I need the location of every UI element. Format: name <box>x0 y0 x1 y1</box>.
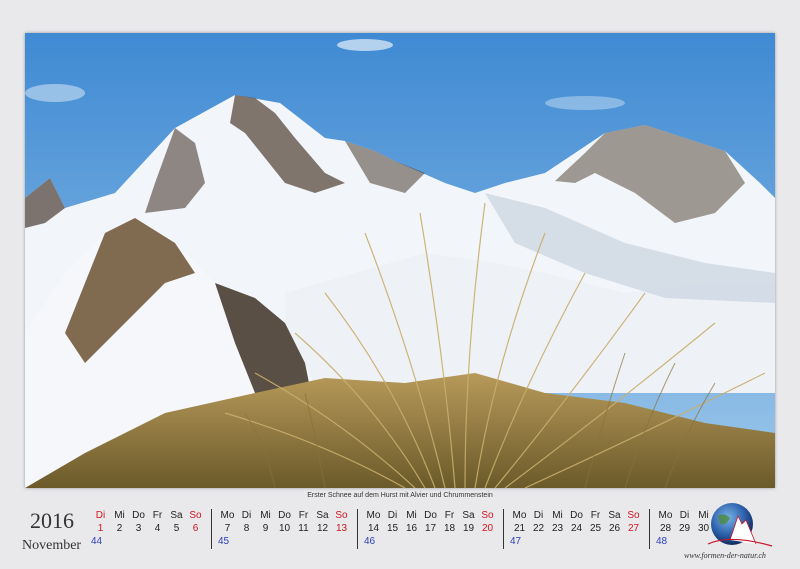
date-cell: 13 <box>335 523 348 534</box>
weekday-label: So <box>481 510 494 521</box>
weekday-label: Do <box>570 510 583 521</box>
week-number: 47 <box>510 536 522 547</box>
calendar-month: November <box>22 538 82 553</box>
date-row: 14 15 16 17 18 19 20 <box>364 522 497 535</box>
weekday-label: Fr <box>298 510 309 521</box>
mountain-landscape-image <box>25 33 775 488</box>
date-cell: 26 <box>608 523 621 534</box>
photo-caption: Erster Schnee auf dem Hurst mit Alvier u… <box>307 492 493 499</box>
weekday-label: Sa <box>608 510 621 521</box>
date-cell: 24 <box>570 523 583 534</box>
date-cell: 4 <box>154 523 161 534</box>
weekday-label: Fr <box>590 510 601 521</box>
date-cell: 14 <box>367 523 380 534</box>
website-url: www.formen-der-natur.ch <box>684 551 766 560</box>
weekday-label: Fr <box>152 510 163 521</box>
weekday-label: Fr <box>444 510 455 521</box>
date-row: 1 2 3 4 5 6 <box>91 522 205 535</box>
weekday-label: Sa <box>170 510 183 521</box>
weekday-label: Mi <box>406 510 417 521</box>
calendar-photo <box>25 33 775 488</box>
date-cell: 22 <box>532 523 545 534</box>
weekday-label: Do <box>132 510 145 521</box>
date-cell: 27 <box>627 523 640 534</box>
weekday-label: Di <box>95 510 106 521</box>
calendar-week: Mo Di Mi Do Fr Sa So 14 15 16 17 18 19 2… <box>358 509 504 549</box>
date-row: 21 22 23 24 25 26 27 <box>510 522 643 535</box>
weekday-label: Sa <box>316 510 329 521</box>
date-cell: 5 <box>173 523 180 534</box>
date-cell: 12 <box>316 523 329 534</box>
date-cell: 10 <box>278 523 291 534</box>
date-cell: 21 <box>513 523 526 534</box>
weekday-label: Di <box>241 510 252 521</box>
date-cell: 1 <box>97 523 104 534</box>
weekday-label: Mo <box>220 510 235 521</box>
calendar-week: Di Mi Do Fr Sa So 1 2 3 4 5 6 44 <box>85 509 212 549</box>
date-cell: 20 <box>481 523 494 534</box>
week-number: 46 <box>364 536 376 547</box>
date-cell: 18 <box>443 523 456 534</box>
weekday-row: Mo Di Mi Do Fr Sa So <box>218 509 351 522</box>
date-cell: 16 <box>405 523 418 534</box>
date-cell: 9 <box>262 523 269 534</box>
date-cell: 23 <box>551 523 564 534</box>
weekday-label: Sa <box>462 510 475 521</box>
calendar-week: Mo Di Mi Do Fr Sa So 21 22 23 24 25 26 2… <box>504 509 650 549</box>
date-cell: 8 <box>243 523 250 534</box>
weekday-label: Mo <box>512 510 527 521</box>
weekday-row: Di Mi Do Fr Sa So <box>91 509 205 522</box>
weekday-label: So <box>335 510 348 521</box>
weekday-label: Mi <box>260 510 271 521</box>
date-row: 7 8 9 10 11 12 13 <box>218 522 351 535</box>
calendar-week: Mo Di Mi Do Fr Sa So 7 8 9 10 11 12 13 4… <box>212 509 358 549</box>
date-cell: 29 <box>678 523 691 534</box>
weekday-label: Mi <box>114 510 125 521</box>
date-cell: 17 <box>424 523 437 534</box>
date-cell: 15 <box>386 523 399 534</box>
weekday-label: Di <box>679 510 690 521</box>
date-cell: 6 <box>192 523 199 534</box>
weekday-label: So <box>189 510 202 521</box>
date-cell: 19 <box>462 523 475 534</box>
date-cell: 7 <box>224 523 231 534</box>
week-number: 45 <box>218 536 230 547</box>
calendar-year: 2016 <box>30 508 74 533</box>
weekday-label: Di <box>387 510 398 521</box>
weekday-label: Do <box>424 510 437 521</box>
weekday-row: Mo Di Mi Do Fr Sa So <box>364 509 497 522</box>
date-cell: 2 <box>116 523 123 534</box>
weekday-label: Do <box>278 510 291 521</box>
date-cell: 28 <box>659 523 672 534</box>
date-cell: 11 <box>298 523 309 534</box>
calendar-grid: Di Mi Do Fr Sa So 1 2 3 4 5 6 44 Mo Di M… <box>85 509 719 549</box>
date-cell: 25 <box>589 523 602 534</box>
weekday-row: Mo Di Mi Do Fr Sa So <box>510 509 643 522</box>
weekday-label: So <box>627 510 640 521</box>
week-number: 44 <box>91 536 103 547</box>
week-number: 48 <box>656 536 668 547</box>
weekday-label: Mo <box>658 510 673 521</box>
date-cell: 3 <box>135 523 142 534</box>
weekday-label: Di <box>533 510 544 521</box>
weekday-label: Mo <box>366 510 381 521</box>
weekday-label: Mi <box>552 510 563 521</box>
